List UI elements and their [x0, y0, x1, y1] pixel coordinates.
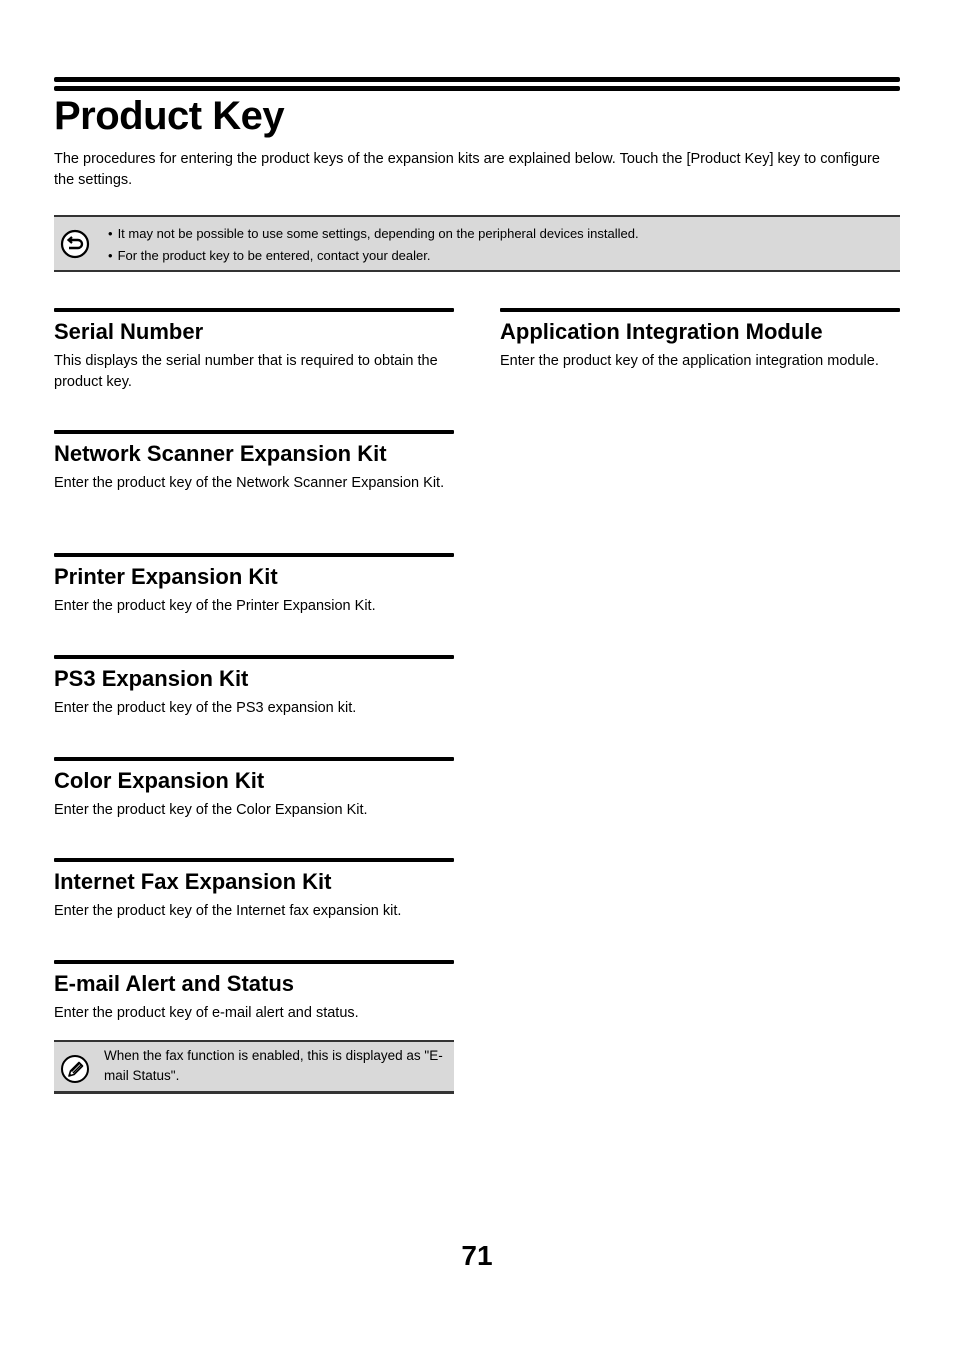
section-text: Enter the product key of the Network Sca…	[54, 475, 445, 491]
section-text: Enter the product key of the PS3 expansi…	[54, 700, 357, 716]
section-title: Internet Fax Expansion Kit	[54, 869, 332, 894]
intro-text: The procedures for entering the product …	[54, 151, 880, 188]
section-serial-number: Serial Number This displays the serial n…	[54, 308, 454, 393]
note-list: It may not be possible to use some setti…	[108, 223, 639, 267]
section-title: PS3 Expansion Kit	[54, 666, 249, 691]
section-text: Enter the product key of the application…	[500, 353, 879, 369]
section-application-integration-module: Application Integration Module Enter the…	[500, 308, 900, 372]
section-title: Network Scanner Expansion Kit	[54, 441, 387, 466]
note-box: It may not be possible to use some setti…	[54, 215, 900, 272]
pencil-icon	[61, 1055, 89, 1083]
section-title: Color Expansion Kit	[54, 768, 265, 793]
section-title: E-mail Alert and Status	[54, 971, 295, 996]
section-text: Enter the product key of the Internet fa…	[54, 903, 402, 919]
section-text: This displays the serial number that is …	[54, 353, 438, 390]
section-text: Enter the product key of e-mail alert an…	[54, 1005, 359, 1021]
section-network-scanner-expansion-kit: Network Scanner Expansion Kit Enter the …	[54, 430, 454, 494]
page-title: Product Key	[54, 94, 285, 138]
tip-box: When the fax function is enabled, this i…	[54, 1040, 454, 1094]
section-color-expansion-kit: Color Expansion Kit Enter the product ke…	[54, 757, 454, 821]
section-printer-expansion-kit: Printer Expansion Kit Enter the product …	[54, 553, 454, 617]
note-item: For the product key to be entered, conta…	[108, 245, 639, 267]
section-ps3-expansion-kit: PS3 Expansion Kit Enter the product key …	[54, 655, 454, 719]
section-title: Printer Expansion Kit	[54, 564, 278, 589]
section-text: Enter the product key of the Printer Exp…	[54, 598, 376, 614]
section-title: Serial Number	[54, 319, 204, 344]
note-item: It may not be possible to use some setti…	[108, 223, 639, 245]
section-title: Application Integration Module	[500, 319, 823, 344]
section-internet-fax-expansion-kit: Internet Fax Expansion Kit Enter the pro…	[54, 858, 454, 922]
return-arrow-icon	[60, 229, 90, 259]
page-number: 71	[461, 1240, 493, 1271]
header-rule-top	[54, 77, 900, 82]
section-email-alert-and-status: E-mail Alert and Status Enter the produc…	[54, 960, 454, 1024]
section-text: Enter the product key of the Color Expan…	[54, 802, 368, 818]
tip-text: When the fax function is enabled, this i…	[104, 1048, 443, 1083]
